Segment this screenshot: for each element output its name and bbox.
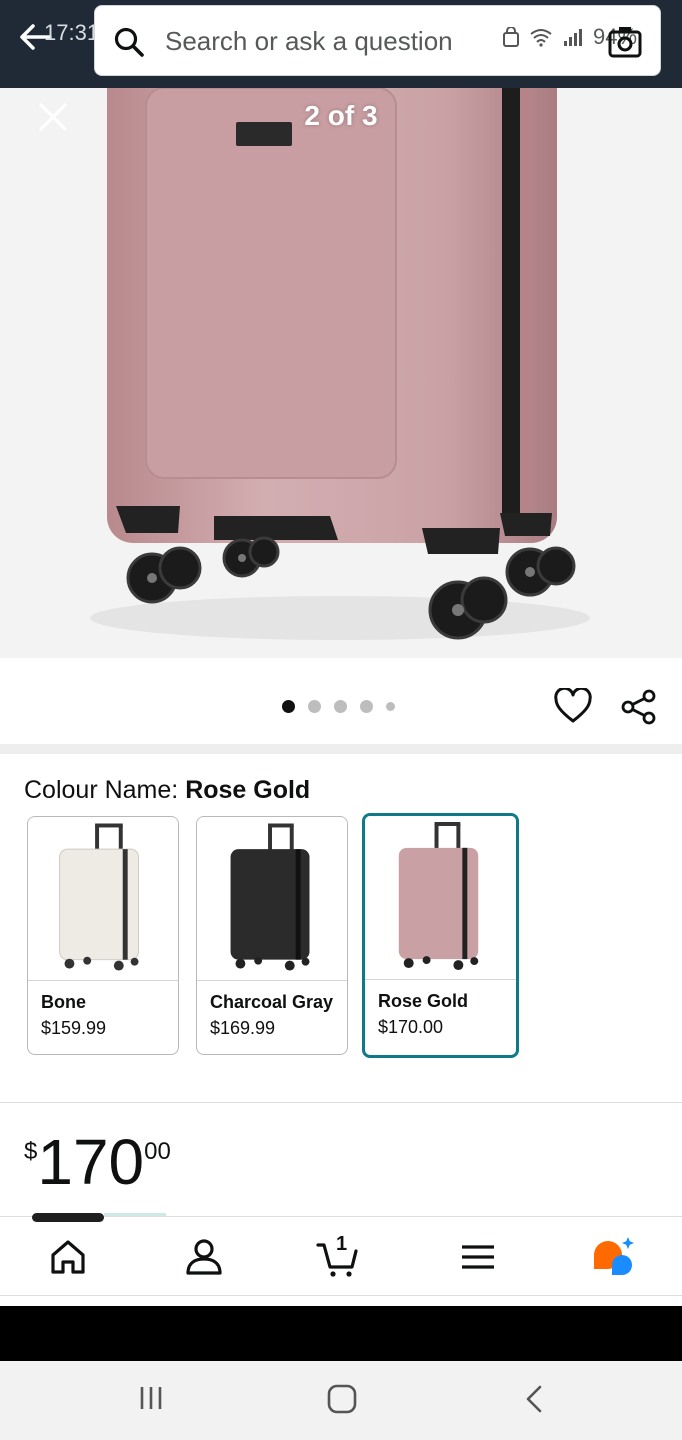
gallery-dot[interactable] (360, 700, 373, 713)
swatch-image (28, 817, 178, 981)
rufus-assistant-icon[interactable] (590, 1235, 634, 1279)
colour-selected-value: Rose Gold (185, 776, 311, 804)
signal-icon (564, 29, 582, 46)
lock-status-icon (503, 27, 519, 47)
swatch-image (365, 816, 516, 980)
share-icon[interactable] (620, 688, 658, 726)
swatch-image (197, 817, 347, 981)
price-fraction: 00 (144, 1138, 171, 1165)
search-placeholder: Search or ask a question (165, 26, 453, 56)
section-divider (0, 744, 682, 754)
home-system-icon[interactable] (326, 1383, 358, 1415)
top-bar: 17:31 ꝏ Search or ask a question (0, 0, 682, 88)
search-input[interactable]: Search or ask a question 94% (94, 5, 661, 76)
gallery-dots[interactable] (282, 700, 395, 713)
gallery-dot[interactable] (282, 700, 295, 713)
price-currency: $ (24, 1138, 38, 1165)
swatch-price: $159.99 (41, 1018, 107, 1038)
colour-option-rose-gold[interactable]: Rose Gold $170.00 (362, 813, 519, 1058)
swatch-price: $170.00 (378, 1017, 444, 1037)
menu-icon[interactable] (456, 1235, 500, 1279)
image-counter: 2 of 3 (304, 100, 378, 131)
colour-label-text: Colour Name: (24, 776, 179, 804)
colour-option-charcoal-gray[interactable]: Charcoal Gray $169.99 (196, 816, 348, 1055)
search-icon (114, 27, 144, 57)
nav-active-indicator (32, 1213, 104, 1222)
section-divider (0, 1102, 682, 1103)
gallery-dot[interactable] (308, 700, 321, 713)
cart-count: 1 (336, 1233, 348, 1255)
swatch-name: Charcoal Gray (210, 992, 334, 1012)
product-image (90, 88, 590, 640)
home-icon[interactable] (46, 1235, 90, 1279)
gallery-dot[interactable] (334, 700, 347, 713)
recent-apps-icon[interactable] (138, 1383, 166, 1413)
heart-icon[interactable] (554, 688, 592, 724)
status-time: 17:31 (44, 20, 100, 45)
back-system-icon[interactable] (522, 1383, 546, 1415)
account-icon[interactable] (182, 1235, 226, 1279)
colour-option-bone[interactable]: Bone $159.99 (27, 816, 179, 1055)
swatch-name: Rose Gold (378, 991, 469, 1011)
system-navigation-bar (0, 1361, 682, 1440)
product-image-gallery[interactable]: 2 of 3 (0, 88, 682, 658)
cart-button[interactable]: 1 (316, 1233, 360, 1279)
price-whole: 170 (37, 1126, 145, 1198)
colour-name-label: Colour Name: Rose Gold (24, 776, 310, 805)
product-price: $ 170 00 (24, 1130, 171, 1194)
bottom-navigation: 1 (0, 1216, 682, 1296)
wifi-icon (530, 29, 552, 47)
nav-indicator-track (104, 1213, 166, 1216)
swatch-price: $169.99 (210, 1018, 276, 1038)
gallery-dot[interactable] (386, 702, 395, 711)
black-band (0, 1306, 682, 1361)
camera-icon[interactable] (607, 24, 643, 60)
gallery-controls (0, 658, 682, 744)
swatch-name: Bone (41, 992, 86, 1012)
